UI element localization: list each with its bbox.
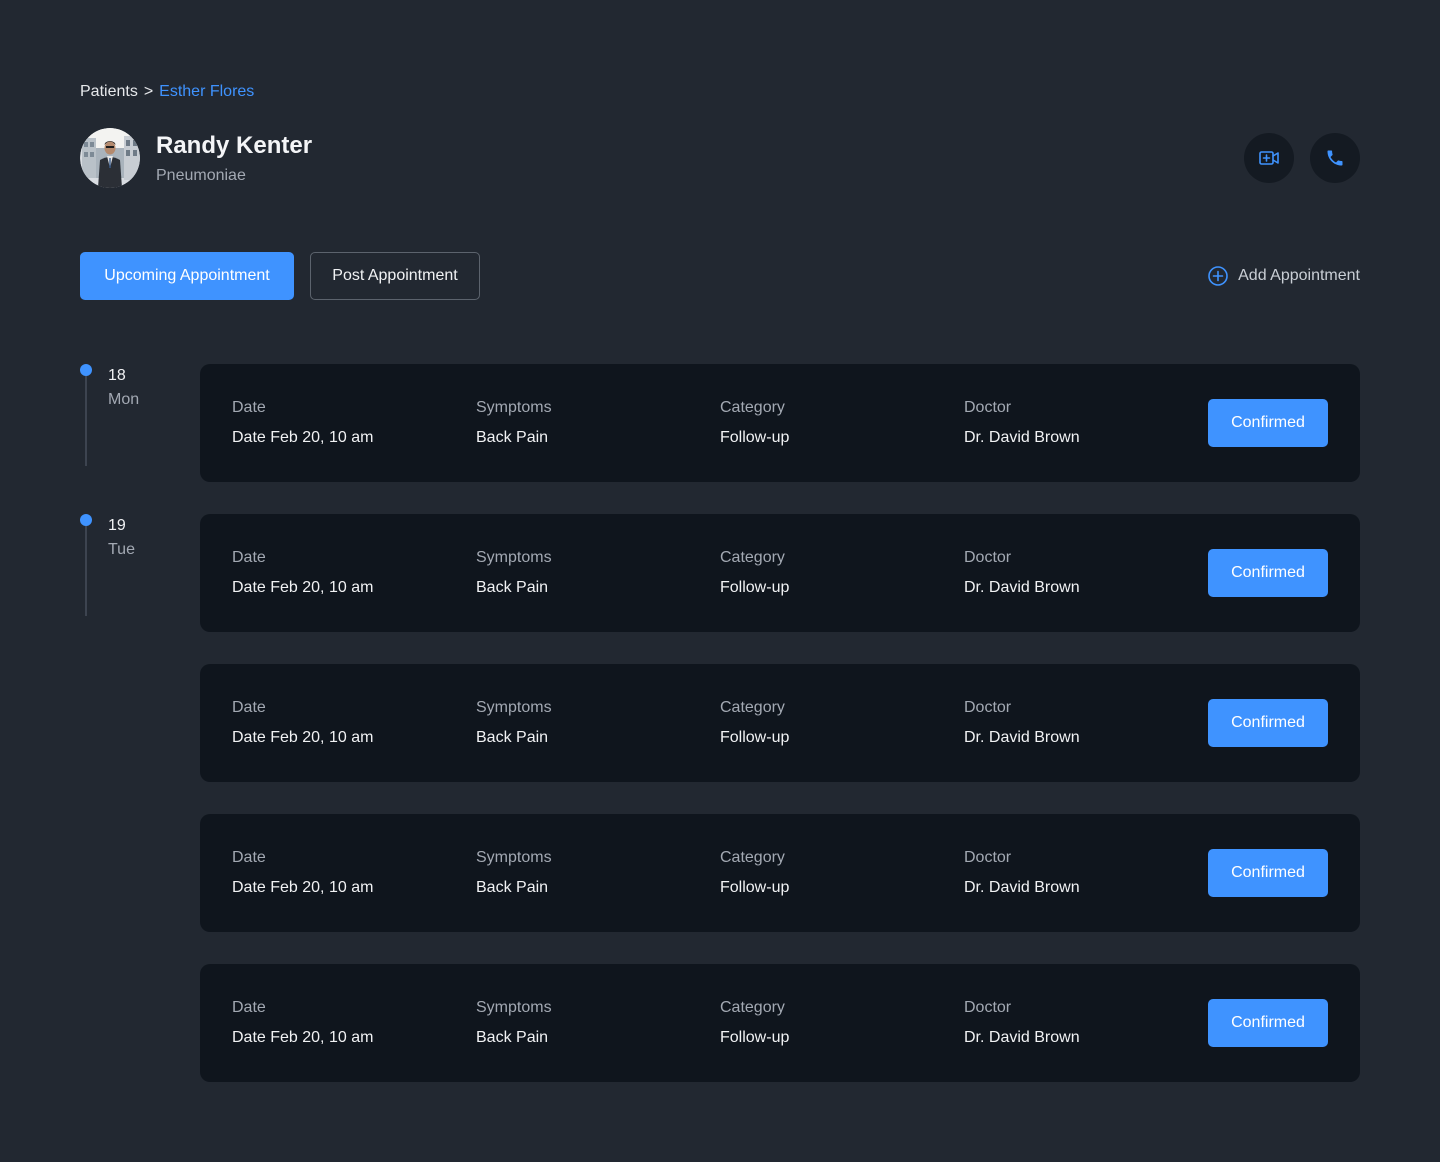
date-label: Date xyxy=(232,399,266,416)
patient-appointments-page: Patients > Esther Flores Randy Kenter Pn… xyxy=(0,0,1440,1162)
doctor-field: Doctor Dr. David Brown xyxy=(964,698,1080,748)
category-field: Category Follow-up xyxy=(720,998,789,1048)
category-field: Category Follow-up xyxy=(720,548,789,598)
date-value: Date Feb 20, 10 am xyxy=(232,729,374,746)
add-appointment-button[interactable]: Add Appointment xyxy=(1207,264,1360,288)
category-label: Category xyxy=(720,999,785,1016)
video-call-button[interactable] xyxy=(1244,133,1294,183)
symptoms-field: Symptoms Back Pain xyxy=(476,698,552,748)
patient-info: Randy Kenter Pneumoniae xyxy=(156,131,312,186)
category-value: Follow-up xyxy=(720,879,790,896)
doctor-label: Doctor xyxy=(964,849,1012,866)
confirmed-status-button[interactable]: Confirmed xyxy=(1208,399,1328,447)
category-label: Category xyxy=(720,549,785,566)
symptoms-label: Symptoms xyxy=(476,849,552,866)
symptoms-field: Symptoms Back Pain xyxy=(476,398,552,448)
category-label: Category xyxy=(720,849,785,866)
date-value: Date Feb 20, 10 am xyxy=(232,879,374,896)
doctor-label: Doctor xyxy=(964,699,1012,716)
breadcrumb-current-link[interactable]: Esther Flores xyxy=(159,83,254,100)
category-value: Follow-up xyxy=(720,429,790,446)
appointment-card: Date Date Feb 20, 10 am Symptoms Back Pa… xyxy=(200,664,1360,782)
symptoms-field: Symptoms Back Pain xyxy=(476,548,552,598)
appointment-card: Date Date Feb 20, 10 am Symptoms Back Pa… xyxy=(200,814,1360,932)
category-value: Follow-up xyxy=(720,729,790,746)
doctor-field: Doctor Dr. David Brown xyxy=(964,398,1080,448)
doctor-field: Doctor Dr. David Brown xyxy=(964,548,1080,598)
doctor-value: Dr. David Brown xyxy=(964,729,1080,746)
doctor-value: Dr. David Brown xyxy=(964,429,1080,446)
date-field: Date Date Feb 20, 10 am xyxy=(232,398,373,448)
symptoms-field: Symptoms Back Pain xyxy=(476,998,552,1048)
symptoms-label: Symptoms xyxy=(476,549,552,566)
patient-name: Randy Kenter xyxy=(156,131,313,159)
symptoms-label: Symptoms xyxy=(476,399,552,416)
date-value: Date Feb 20, 10 am xyxy=(232,1029,374,1046)
symptoms-value: Back Pain xyxy=(476,729,549,746)
phone-icon xyxy=(1327,150,1343,166)
date-label: Date xyxy=(232,699,266,716)
category-field: Category Follow-up xyxy=(720,698,789,748)
confirmed-status-button[interactable]: Confirmed xyxy=(1208,849,1328,897)
appointment-card: Date Date Feb 20, 10 am Symptoms Back Pa… xyxy=(200,964,1360,1082)
breadcrumb-patients-link[interactable]: Patients xyxy=(80,83,138,100)
date-label: Date xyxy=(232,849,266,866)
tab-upcoming-appointment[interactable]: Upcoming Appointment xyxy=(80,252,294,300)
confirmed-status-button[interactable]: Confirmed xyxy=(1208,549,1328,597)
category-value: Follow-up xyxy=(720,1029,790,1046)
category-label: Category xyxy=(720,399,785,416)
timeline-weekday: Tue xyxy=(108,541,135,558)
doctor-value: Dr. David Brown xyxy=(964,1029,1080,1046)
date-label: Date xyxy=(232,549,266,566)
date-field: Date Date Feb 20, 10 am xyxy=(232,698,373,748)
patient-condition: Pneumoniae xyxy=(156,166,246,184)
doctor-label: Doctor xyxy=(964,399,1012,416)
appointment-card: Date Date Feb 20, 10 am Symptoms Back Pa… xyxy=(200,514,1360,632)
plus-circle-icon xyxy=(1207,265,1229,287)
symptoms-value: Back Pain xyxy=(476,879,549,896)
doctor-field: Doctor Dr. David Brown xyxy=(964,998,1080,1048)
doctor-label: Doctor xyxy=(964,999,1012,1016)
timeline-day: 18 xyxy=(108,367,126,384)
date-value: Date Feb 20, 10 am xyxy=(232,429,374,446)
phone-call-button[interactable] xyxy=(1310,133,1360,183)
timeline-weekday: Mon xyxy=(108,391,140,408)
symptoms-value: Back Pain xyxy=(476,1029,549,1046)
doctor-field: Doctor Dr. David Brown xyxy=(964,848,1080,898)
patient-profile-header: Randy Kenter Pneumoniae xyxy=(80,128,312,188)
symptoms-label: Symptoms xyxy=(476,999,552,1016)
symptoms-field: Symptoms Back Pain xyxy=(476,848,552,898)
doctor-value: Dr. David Brown xyxy=(964,579,1080,596)
date-value: Date Feb 20, 10 am xyxy=(232,579,374,596)
appointment-card: Date Date Feb 20, 10 am Symptoms Back Pa… xyxy=(200,364,1360,482)
date-field: Date Date Feb 20, 10 am xyxy=(232,848,373,898)
timeline-line xyxy=(85,376,87,466)
date-label: Date xyxy=(232,999,266,1016)
category-field: Category Follow-up xyxy=(720,848,789,898)
symptoms-value: Back Pain xyxy=(476,429,549,446)
add-appointment-label: Add Appointment xyxy=(1238,267,1360,284)
avatar xyxy=(80,128,140,188)
date-field: Date Date Feb 20, 10 am xyxy=(232,548,373,598)
timeline-line xyxy=(85,526,87,616)
confirmed-status-button[interactable]: Confirmed xyxy=(1208,999,1328,1047)
tab-post-appointment[interactable]: Post Appointment xyxy=(310,252,480,300)
confirmed-status-button[interactable]: Confirmed xyxy=(1208,699,1328,747)
timeline-dot xyxy=(80,364,92,376)
category-value: Follow-up xyxy=(720,579,790,596)
category-field: Category Follow-up xyxy=(720,398,789,448)
video-call-icon xyxy=(1259,151,1279,165)
breadcrumb: Patients > Esther Flores xyxy=(80,82,254,102)
symptoms-value: Back Pain xyxy=(476,579,549,596)
timeline-day: 19 xyxy=(108,517,126,534)
date-field: Date Date Feb 20, 10 am xyxy=(232,998,373,1048)
category-label: Category xyxy=(720,699,785,716)
doctor-label: Doctor xyxy=(964,549,1012,566)
symptoms-label: Symptoms xyxy=(476,699,552,716)
timeline-dot xyxy=(80,514,92,526)
doctor-value: Dr. David Brown xyxy=(964,879,1080,896)
breadcrumb-separator: > xyxy=(143,83,154,100)
